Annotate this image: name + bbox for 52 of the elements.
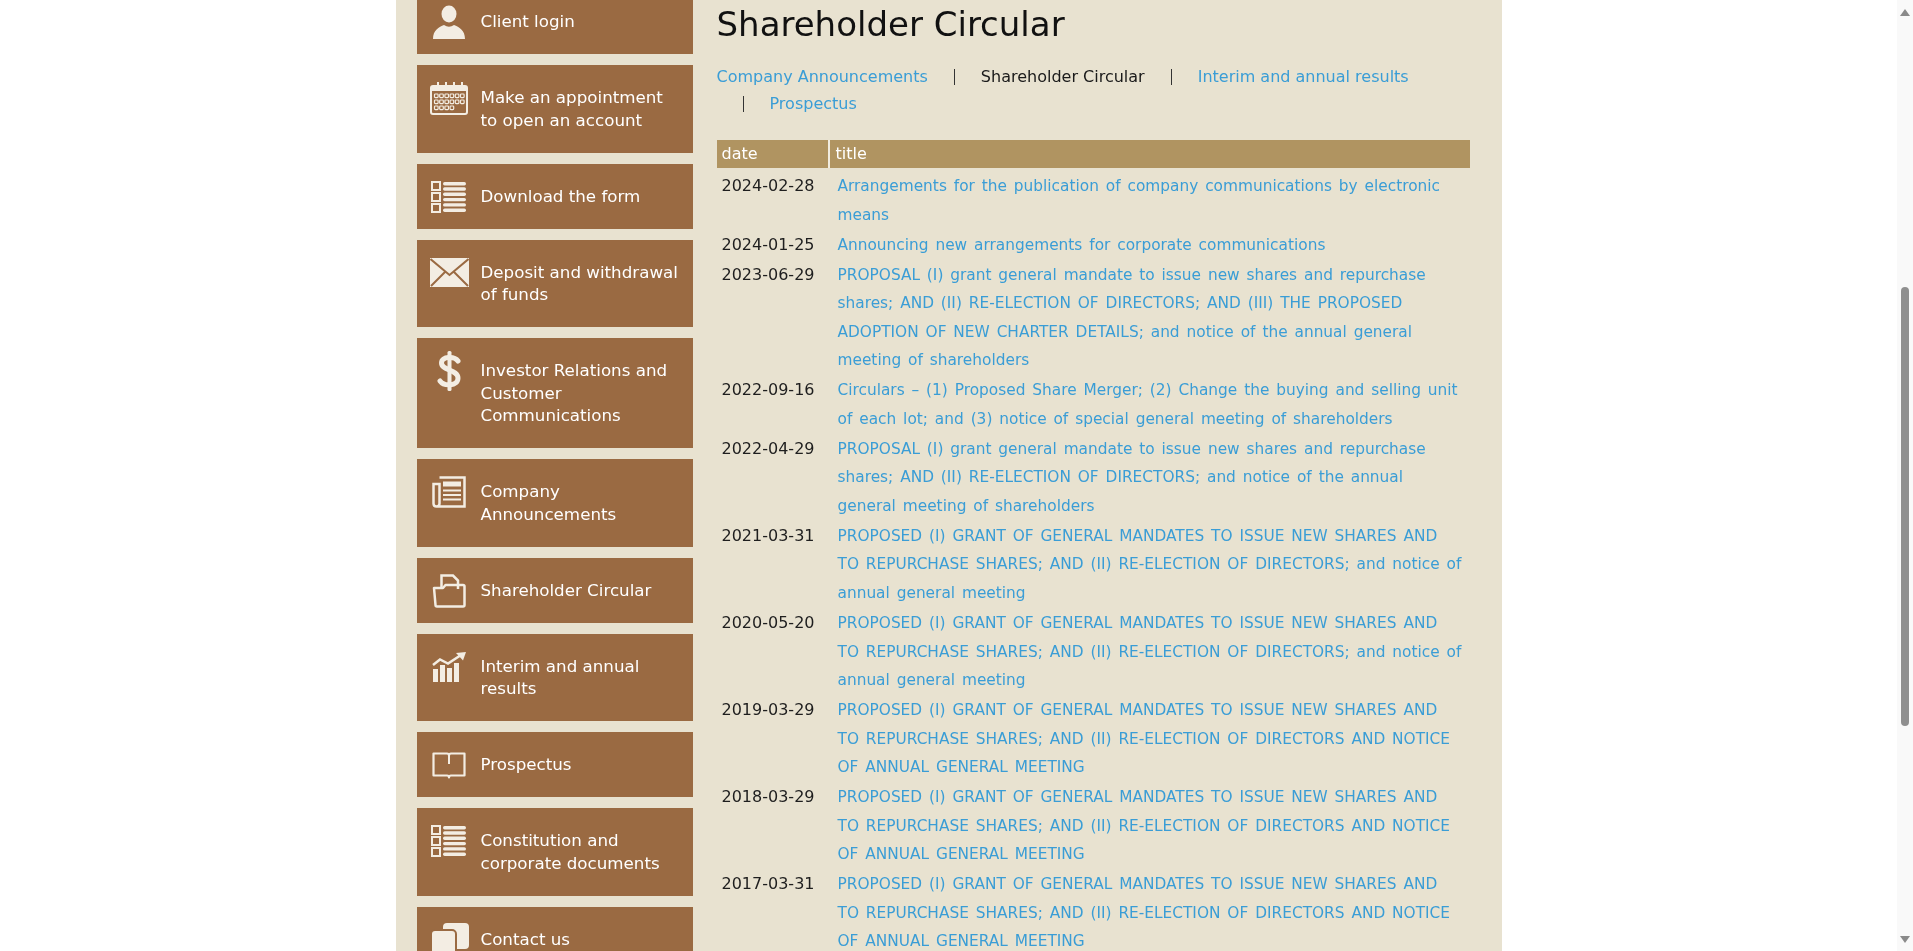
document-link[interactable]: PROPOSAL (I) grant general mandate to issue new shares and repurchase shares; AND (II) RE-ELECTION OF DIRECTORS; and notice of the annual general meeting of shareholders — [837, 434, 1466, 521]
sidebar-item[interactable]: Interim and annual results — [416, 633, 693, 721]
date-cell-text: 2024-02-28 — [720, 175, 816, 197]
calendar-icon — [430, 81, 468, 115]
folder-icon — [432, 573, 466, 608]
column-header: date — [716, 140, 830, 168]
checklist-icon — [431, 825, 467, 858]
sidebar-item[interactable]: Client login — [416, 0, 693, 54]
checklist-icon — [431, 180, 467, 213]
scroll-up-arrow-icon[interactable] — [1900, 9, 1910, 16]
document-link[interactable]: PROPOSED (I) GRANT OF GENERAL MANDATES TO ISSUE NEW SHARES AND TO REPURCHASE SHARES; AND (II) RE-ELECTION OF DIRECTORS AND NOTICE OF ANNUAL GENERAL MEETING — [837, 870, 1466, 951]
sidebar-item[interactable]: Make an appointment to open an account — [416, 65, 693, 153]
date-cell-text: 2019-03-29 — [720, 699, 816, 722]
date-cell-text: 2022-09-16 — [720, 379, 816, 402]
person-icon — [432, 5, 466, 40]
date-cell-text: 2024-01-25 — [720, 233, 816, 256]
sidebar-item[interactable]: Contact us — [416, 906, 693, 951]
overlapping-squares-icon — [429, 922, 469, 951]
date-cell-text: 2020-05-20 — [720, 612, 816, 635]
sidebar-item[interactable]: Constitution and corporate documents — [416, 808, 693, 896]
date-cell-text: 2023-06-29 — [720, 263, 816, 286]
document-link[interactable]: PROPOSED (I) GRANT OF GENERAL MANDATES TO ISSUE NEW SHARES AND TO REPURCHASE SHARES; AND (II) RE-ELECTION OF DIRECTORS; and notice of annual general meeting — [837, 521, 1466, 608]
document-link[interactable]: PROPOSED (I) GRANT OF GENERAL MANDATES TO ISSUE NEW SHARES AND TO REPURCHASE SHARES; AND (II) RE-ELECTION OF DIRECTORS AND NOTICE OF ANNUAL GENERAL MEETING — [837, 783, 1466, 869]
scrollbar-thumb[interactable] — [1901, 287, 1909, 726]
bar-chart-icon — [432, 651, 466, 682]
sidebar-item[interactable]: Deposit and withdrawal of funds — [416, 239, 693, 327]
book-icon — [432, 751, 466, 780]
document-link[interactable]: Circulars – (1) Proposed Share Merger; (2) Change the buying and selling unit of each lot; and (3) notice of special general meeting of shareholders — [837, 376, 1466, 434]
document-link[interactable]: Arrangements for the publication of company communications by electronic means — [837, 172, 1466, 229]
tab[interactable]: Interim and annual results — [1197, 63, 1409, 90]
sidebar-item[interactable]: Shareholder Circular — [416, 557, 693, 623]
scroll-down-arrow-icon[interactable] — [1900, 936, 1910, 943]
date-cell-text: 2017-03-31 — [720, 873, 816, 896]
sidebar-item[interactable]: Company Announcements — [416, 459, 693, 547]
page-title: Shareholder Circular — [716, 3, 1066, 44]
dollar-sign-icon — [436, 350, 462, 393]
document-link[interactable]: PROPOSED (I) GRANT OF GENERAL MANDATES TO ISSUE NEW SHARES AND TO REPURCHASE SHARES; AND (II) RE-ELECTION OF DIRECTORS AND NOTICE OF ANNUAL GENERAL MEETING — [837, 696, 1466, 782]
sidebar-item[interactable]: Prospectus — [416, 732, 693, 797]
newspaper-icon — [432, 476, 466, 509]
tab[interactable]: Shareholder Circular — [980, 63, 1145, 90]
sidebar-item[interactable]: Download the form — [416, 163, 693, 229]
date-cell-text: 2021-03-31 — [720, 524, 816, 547]
document-link[interactable]: Announcing new arrangements for corporate communications — [837, 230, 1466, 260]
document-link[interactable]: PROPOSED (I) GRANT OF GENERAL MANDATES TO ISSUE NEW SHARES AND TO REPURCHASE SHARES; AND (II) RE-ELECTION OF DIRECTORS; and notice of annual general meeting — [837, 609, 1466, 695]
document-link[interactable]: PROPOSAL (I) grant general mandate to issue new shares and repurchase shares; AND (II) RE-ELECTION OF DIRECTORS; AND (III) THE PROPOSED ADOPTION OF NEW CHARTER DETAILS; and notice of the annual general meeting of shareholders — [837, 260, 1466, 375]
envelope-icon — [429, 258, 469, 288]
date-cell-text: 2022-04-29 — [720, 437, 816, 460]
column-header: title — [834, 143, 868, 165]
tab[interactable]: Company Announcements — [716, 63, 928, 90]
date-cell-text: 2018-03-29 — [720, 786, 816, 809]
tab[interactable]: Prospectus — [769, 90, 857, 117]
sidebar-item[interactable]: Investor Relations and Customer Communications — [416, 338, 693, 448]
